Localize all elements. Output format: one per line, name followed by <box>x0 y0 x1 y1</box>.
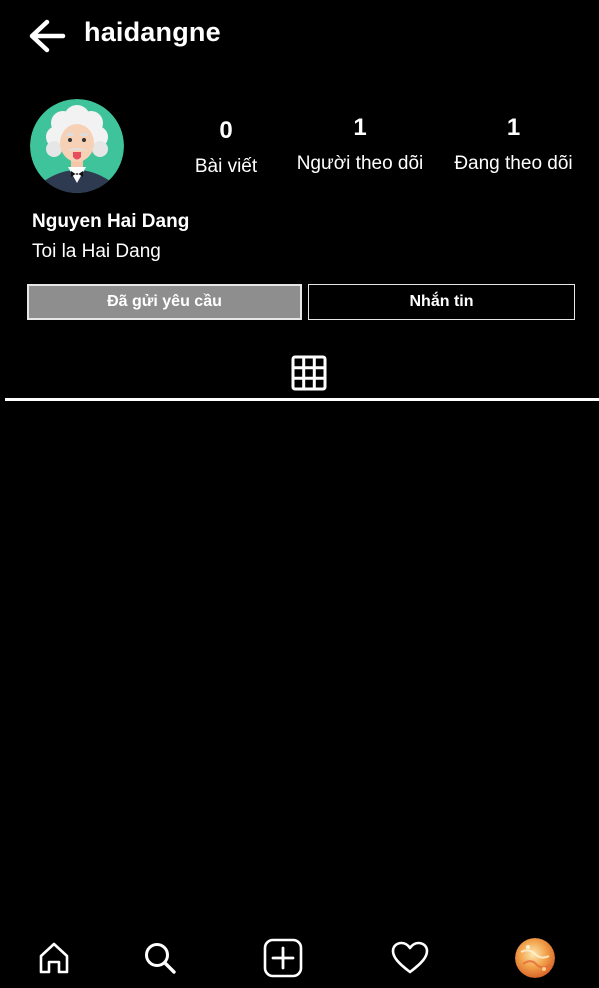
nav-add-post[interactable] <box>261 936 305 980</box>
followers-label: Người theo dõi <box>296 153 424 174</box>
profile-avatar-icon <box>515 938 555 978</box>
cartoon-avatar-icon <box>30 99 124 193</box>
search-icon <box>145 943 176 974</box>
profile-page: haidangne 0 Bài viết 1 Người theo dõi 1 … <box>0 0 599 988</box>
message-button[interactable]: Nhắn tin <box>308 284 575 320</box>
nav-profile[interactable] <box>513 936 557 980</box>
back-button[interactable] <box>26 16 68 56</box>
grid-icon <box>291 355 327 391</box>
nav-activity[interactable] <box>388 936 432 980</box>
tab-posts-grid[interactable] <box>290 354 328 392</box>
heart-icon <box>391 941 429 974</box>
home-icon <box>39 942 69 974</box>
nav-search[interactable] <box>138 936 182 980</box>
stat-followers[interactable]: 1 Người theo dõi <box>290 114 430 176</box>
add-post-icon <box>263 938 303 978</box>
profile-bio: Toi la Hai Dang <box>32 241 161 262</box>
arrow-left-icon <box>29 19 66 53</box>
stat-posts: 0 Bài viết <box>186 117 266 179</box>
posts-count: 0 <box>219 117 233 144</box>
bottom-nav <box>0 930 599 988</box>
header: haidangne <box>0 0 599 70</box>
profile-full-name: Nguyen Hai Dang <box>32 211 190 232</box>
followers-count: 1 <box>353 114 367 141</box>
following-count: 1 <box>506 114 521 141</box>
stat-following[interactable]: 1 Đang theo dõi <box>446 114 581 176</box>
following-label: Đang theo dõi <box>454 153 573 174</box>
profile-username: haidangne <box>84 17 221 47</box>
active-tab-indicator <box>5 398 599 401</box>
profile-avatar[interactable] <box>30 99 124 193</box>
posts-label: Bài viết <box>194 156 258 177</box>
follow-requested-button[interactable]: Đã gửi yêu cầu <box>27 284 302 320</box>
nav-home[interactable] <box>32 936 76 980</box>
